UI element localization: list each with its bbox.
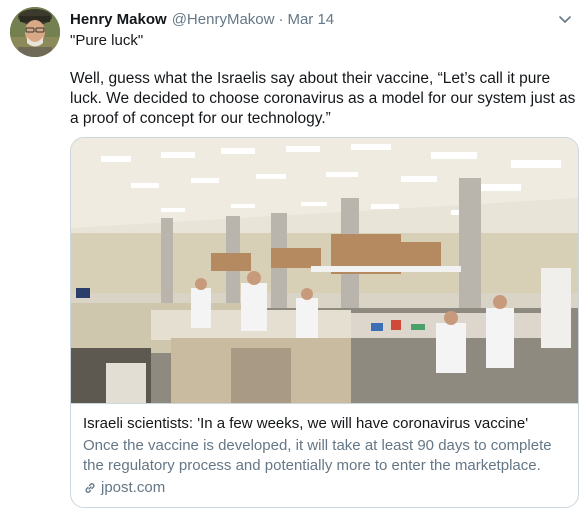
link-icon [83, 481, 97, 495]
author-name[interactable]: Henry Makow [70, 11, 167, 28]
card-domain[interactable]: jpost.com [83, 478, 568, 498]
link-card[interactable]: Israeli scientists: 'In a few weeks, we … [70, 137, 579, 508]
tweet-date[interactable]: Mar 14 [287, 11, 334, 28]
card-title[interactable]: Israeli scientists: 'In a few weeks, we … [83, 414, 568, 434]
card-domain-text[interactable]: jpost.com [101, 478, 165, 498]
avatar[interactable] [10, 7, 60, 57]
tweet-text-body: Well, guess what the Israelis say about … [70, 70, 576, 127]
tweet-text-line1: "Pure luck" [70, 32, 144, 49]
author-handle[interactable]: @HenryMakow [172, 11, 275, 28]
tweet[interactable]: Henry Makow @HenryMakow · Mar 14 "Pure l… [0, 0, 585, 515]
separator: · [278, 10, 284, 28]
card-image[interactable] [71, 138, 578, 403]
lab-photo [71, 138, 578, 403]
card-description: Once the vaccine is developed, it will t… [83, 437, 552, 474]
tweet-header: Henry Makow @HenryMakow · Mar 14 [70, 9, 575, 29]
card-divider [71, 403, 578, 404]
avatar-image [10, 7, 60, 57]
chevron-down-icon[interactable] [555, 9, 575, 29]
card-body[interactable]: Israeli scientists: 'In a few weeks, we … [83, 414, 568, 498]
